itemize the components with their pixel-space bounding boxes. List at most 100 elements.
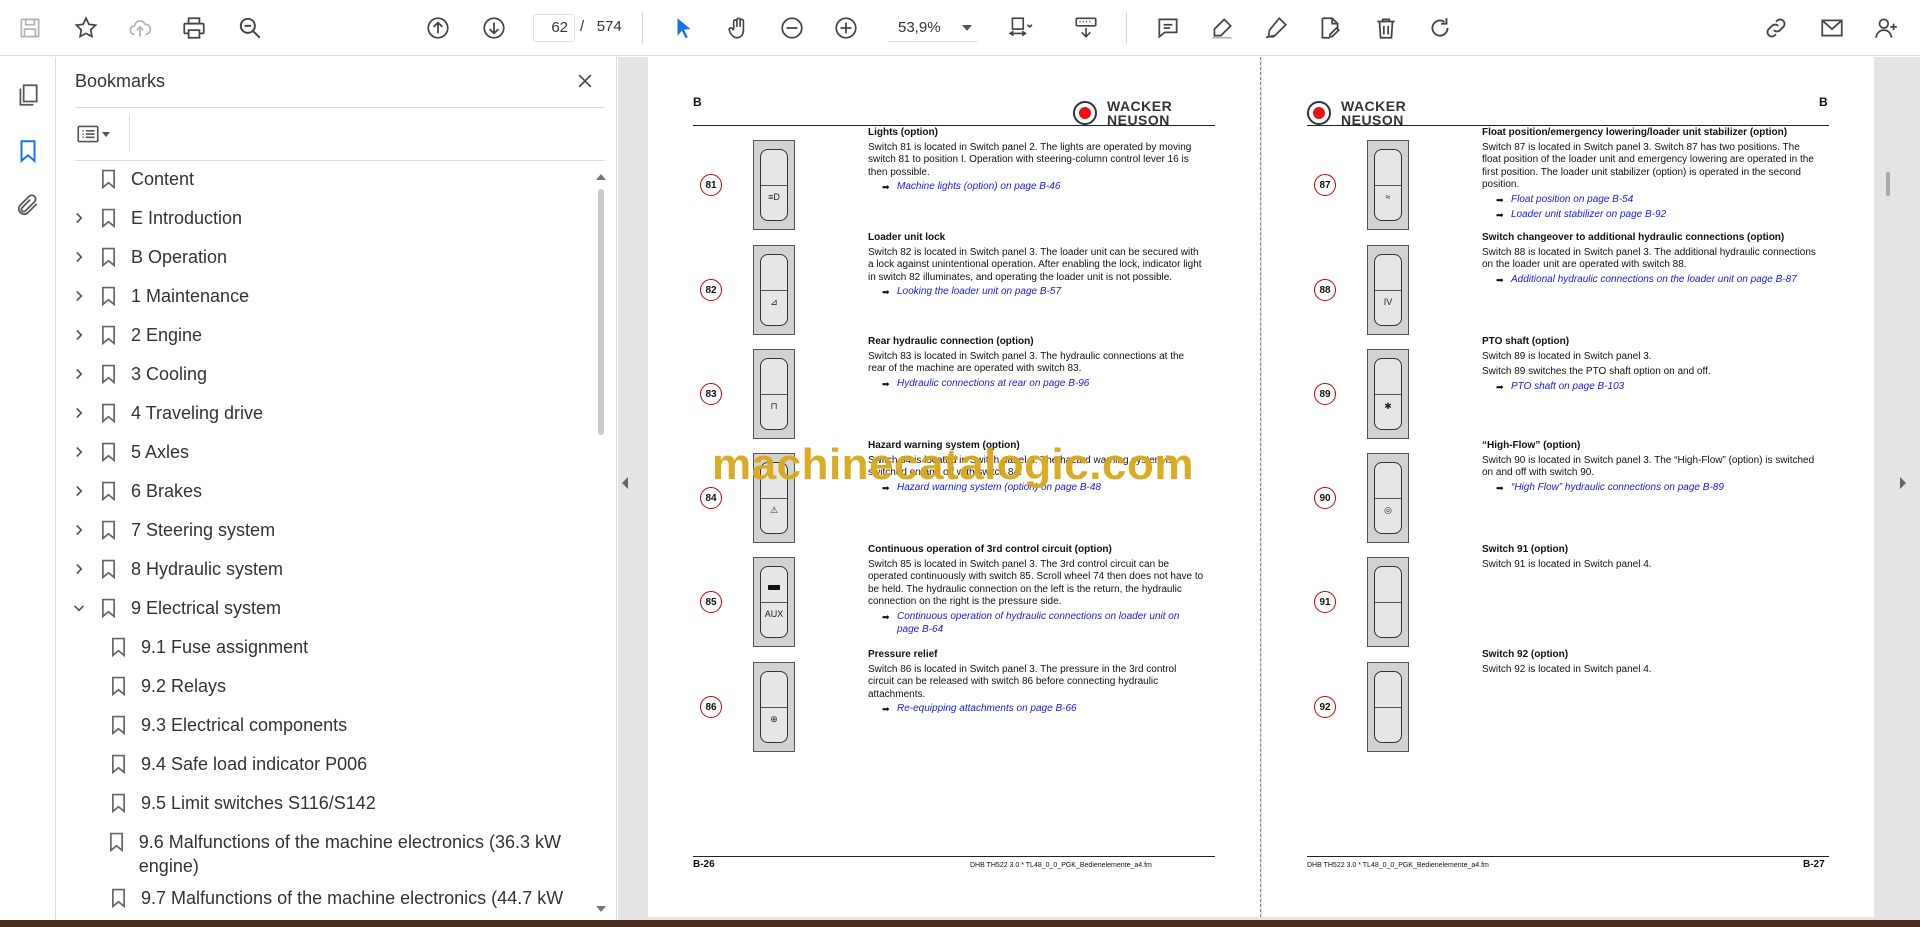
page-number: B-27 xyxy=(1803,859,1825,870)
chevron-right-icon[interactable] xyxy=(69,479,89,503)
bookmark-label: 5 Axles xyxy=(131,442,190,462)
chevron-right-icon[interactable] xyxy=(69,245,89,269)
cross-reference-link[interactable]: Looking the loader unit on page B-57 xyxy=(868,286,1204,299)
print-icon[interactable] xyxy=(174,8,214,48)
chevron-right-icon[interactable] xyxy=(69,206,89,230)
bookmark-item[interactable]: 9 Electrical system xyxy=(69,596,579,632)
switch-symbol: ≈ xyxy=(1385,192,1391,202)
scroll-up-arrow[interactable] xyxy=(595,169,607,180)
bookmark-item[interactable]: Content xyxy=(69,167,579,203)
bookmark-panel-icon[interactable] xyxy=(8,131,48,171)
bookmark-item[interactable]: 9.4 Safe load indicator P006 xyxy=(107,752,577,788)
comment-icon[interactable] xyxy=(1148,8,1188,48)
bookmark-list: Content E Introduction B Operation 1 Mainte… xyxy=(57,167,597,927)
page-count: / 574 xyxy=(580,18,622,35)
bookmark-item[interactable]: 9.2 Relays xyxy=(107,674,577,710)
chevron-right-icon[interactable] xyxy=(69,362,89,386)
bookmark-icon xyxy=(97,518,119,542)
cross-reference-link[interactable]: Loader unit stabilizer on page B-92 xyxy=(1482,209,1818,222)
bookmark-label: 3 Cooling xyxy=(131,364,208,384)
zoom-select[interactable]: 53,9% xyxy=(888,14,978,42)
collapse-right-icon[interactable] xyxy=(1898,476,1912,496)
scroll-down-arrow[interactable] xyxy=(595,901,607,912)
bookmark-item[interactable]: 7 Steering system xyxy=(69,518,579,554)
highlight-pen-icon[interactable] xyxy=(1202,8,1242,48)
save-icon[interactable] xyxy=(10,8,50,48)
chevron-right-icon[interactable] xyxy=(69,284,89,308)
page-thumbnails-icon[interactable] xyxy=(8,75,48,115)
bookmark-item[interactable]: 1 Maintenance xyxy=(69,284,579,320)
bookmark-item[interactable]: B Operation xyxy=(69,245,579,281)
bookmark-item[interactable]: 9.6 Malfunctions of the machine electron… xyxy=(107,830,577,884)
share-link-icon[interactable] xyxy=(1756,8,1796,48)
bookmark-item[interactable]: 9.5 Limit switches S116/S142 xyxy=(107,791,577,827)
bookmark-icon xyxy=(97,401,119,425)
callout-number: 92 xyxy=(1314,696,1336,718)
switch-description: Loader unit lock Switch 82 is located in … xyxy=(868,232,1204,299)
bookmark-options-button[interactable] xyxy=(75,119,123,149)
chevron-right-icon[interactable] xyxy=(69,440,89,464)
bookmark-item[interactable]: 3 Cooling xyxy=(69,362,579,398)
chevron-right-icon[interactable] xyxy=(69,323,89,347)
star-icon[interactable] xyxy=(66,8,106,48)
bookmark-item[interactable]: 8 Hydraulic system xyxy=(69,557,579,593)
cloud-upload-icon[interactable] xyxy=(120,8,160,48)
callout-number: 89 xyxy=(1314,383,1336,405)
bookmark-scrollbar-thumb[interactable] xyxy=(598,189,604,435)
hand-icon[interactable] xyxy=(718,8,758,48)
panel-divider xyxy=(129,115,130,151)
entry-title: Switch 92 (option) xyxy=(1482,649,1569,660)
chevron-down-icon[interactable] xyxy=(69,596,89,620)
select-cursor-icon[interactable] xyxy=(664,8,704,48)
bookmark-item[interactable]: 9.7 Malfunctions of the machine electron… xyxy=(107,886,577,922)
chevron-right-icon[interactable] xyxy=(69,557,89,581)
cross-reference-link[interactable]: “High Flow” hydraulic connections on pag… xyxy=(1482,482,1818,495)
cross-reference-link[interactable]: Hydraulic connections at rear on page B-… xyxy=(868,378,1204,391)
bookmark-item[interactable]: 2 Engine xyxy=(69,323,579,359)
bookmark-label: 4 Traveling drive xyxy=(131,403,264,423)
draw-icon[interactable] xyxy=(1256,8,1296,48)
cross-reference-link[interactable]: Continuous operation of hydraulic connec… xyxy=(868,611,1204,636)
collapse-left-icon[interactable] xyxy=(620,476,634,496)
bookmark-icon xyxy=(97,596,119,620)
cross-reference-link[interactable]: Re-equipping attachments on page B-66 xyxy=(868,703,1204,716)
bookmark-item[interactable]: 9.1 Fuse assignment xyxy=(107,635,577,671)
close-icon[interactable] xyxy=(571,67,599,95)
bookmark-item[interactable]: 4 Traveling drive xyxy=(69,401,579,437)
cross-reference-link[interactable]: Additional hydraulic connections on the … xyxy=(1482,274,1818,287)
add-user-icon[interactable] xyxy=(1866,8,1906,48)
bookmark-item[interactable]: 9.3 Electrical components xyxy=(107,713,577,749)
attachment-icon[interactable] xyxy=(8,185,48,225)
cross-reference-link[interactable]: PTO shaft on page B-103 xyxy=(1482,381,1818,394)
bookmark-item[interactable]: 6 Brakes xyxy=(69,479,579,515)
email-icon[interactable] xyxy=(1812,8,1852,48)
switch-description: Float position/emergency lowering/loader… xyxy=(1482,127,1818,221)
bookmark-label: 9.2 Relays xyxy=(141,676,227,696)
switch-description: Continuous operation of 3rd control circ… xyxy=(868,544,1204,636)
bookmark-item[interactable]: E Introduction xyxy=(69,206,579,242)
bookmark-label: 9.7 Malfunctions of the machine electron… xyxy=(141,888,564,908)
trash-icon[interactable] xyxy=(1366,8,1406,48)
chevron-right-icon[interactable] xyxy=(69,401,89,425)
cross-reference-link[interactable]: Machine lights (option) on page B-46 xyxy=(868,181,1204,194)
scroll-mode-icon[interactable] xyxy=(1066,8,1106,48)
edit-pdf-icon[interactable] xyxy=(1310,8,1350,48)
fit-page-icon[interactable] xyxy=(1000,8,1040,48)
page-down-icon[interactable] xyxy=(474,8,514,48)
document-scrollbar-thumb[interactable] xyxy=(1886,172,1890,196)
bookmark-item[interactable]: 5 Axles xyxy=(69,440,579,476)
panel-divider xyxy=(75,107,605,108)
page-up-icon[interactable] xyxy=(418,8,458,48)
bookmark-label: 9 Electrical system xyxy=(131,598,282,618)
zoom-in-icon[interactable] xyxy=(826,8,866,48)
bookmark-label: 1 Maintenance xyxy=(131,286,250,306)
chevron-right-icon[interactable] xyxy=(69,518,89,542)
page-number-input[interactable]: 62 xyxy=(533,14,575,42)
watermark-text: machinecatalogic.com xyxy=(712,440,1194,489)
callout-number: 82 xyxy=(700,279,722,301)
redo-icon[interactable] xyxy=(1420,8,1460,48)
find-zoom-icon[interactable] xyxy=(230,8,270,48)
zoom-out-icon[interactable] xyxy=(772,8,812,48)
cross-reference-link[interactable]: Float position on page B-54 xyxy=(1482,194,1818,207)
